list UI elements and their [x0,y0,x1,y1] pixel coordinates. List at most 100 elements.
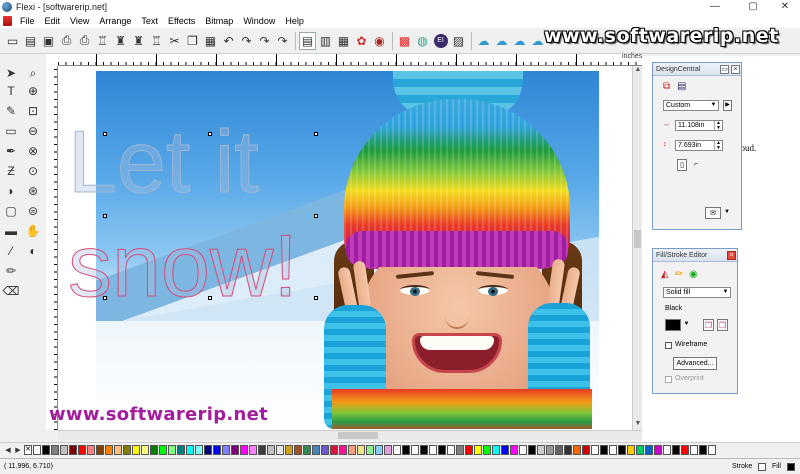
zoom-all-icon[interactable]: ⊜ [24,202,42,220]
zoom-tool-icon[interactable]: ⌕ [24,64,42,82]
zoom-fit-icon[interactable]: ⊙ [24,162,42,180]
lock-proportions-button[interactable]: ▯ [677,159,687,171]
select-tool-icon[interactable]: ➤ [2,64,20,82]
palette-swatch[interactable] [438,444,446,455]
palette-swatch[interactable] [303,444,311,455]
menu-arrange[interactable]: Arrange [94,14,136,28]
fill-color-swatch[interactable] [665,319,681,331]
shape-tool-icon[interactable]: ✎ [2,102,20,120]
palette-swatch[interactable] [177,444,185,455]
print-icon[interactable]: ⎙ [58,32,75,50]
zoom-out-icon[interactable]: ⊖ [24,122,42,140]
palette-swatch[interactable] [411,444,419,455]
menu-window[interactable]: Window [238,14,280,28]
fill-type-dropdown[interactable]: Solid fill ▼ [663,287,731,298]
palette-swatch[interactable] [141,444,149,455]
palette-swatch[interactable] [132,444,140,455]
zoom-previous-icon[interactable]: ⊗ [24,142,42,160]
pen-tool-icon[interactable]: ✒ [2,142,20,160]
paste-icon[interactable]: ▦ [202,32,219,50]
palette-swatch[interactable] [240,444,248,455]
color-palette-icon[interactable]: ▩ [396,32,413,50]
selection-handle[interactable] [103,132,107,136]
copy-icon[interactable]: ❐ [184,32,201,50]
paint-brush-icon[interactable]: ✏ [2,262,20,280]
document-icon[interactable] [3,16,12,26]
apply-arrow-button[interactable]: ▶ [723,100,732,111]
eraser-tool-icon[interactable]: ⌫ [2,282,20,300]
save-icon[interactable]: ▣ [40,32,57,50]
layers-icon[interactable]: ▤ [299,31,316,50]
fill-swatch[interactable] [787,463,795,471]
eyedropper-tool-icon[interactable]: ⁄ [2,242,20,260]
menu-help[interactable]: Help [280,14,309,28]
selection-handle[interactable] [103,296,107,300]
palette-swatch[interactable] [393,444,401,455]
stroke-pen-icon[interactable]: ✏ [675,269,683,280]
palette-swatch[interactable] [186,444,194,455]
advanced-button[interactable]: Advanced... [673,357,717,370]
palette-swatch[interactable] [69,444,77,455]
menu-effects[interactable]: Effects [163,14,200,28]
panel-minimize-button[interactable]: ▭ [720,65,729,74]
palette-swatch[interactable] [645,444,653,455]
maximize-button[interactable]: ▢ [738,0,768,14]
palette-scroll-right-icon[interactable]: ▶ [14,446,22,454]
palette-swatch[interactable] [447,444,455,455]
panel-close-button[interactable]: × [731,65,740,74]
palette-swatch[interactable] [636,444,644,455]
zoom-page-icon[interactable]: ⊡ [24,102,42,120]
palette-swatch[interactable] [528,444,536,455]
palette-swatch[interactable] [546,444,554,455]
effect-icon[interactable]: ◉ [689,269,698,280]
zoom-selection-icon[interactable]: ⊛ [24,182,42,200]
vertical-ruler[interactable] [46,66,58,430]
horizontal-scrollbar[interactable] [58,430,642,440]
production-manager-icon[interactable]: ▦ [335,32,352,50]
chevron-down-icon[interactable]: ▼ [709,101,718,110]
text-tool-icon[interactable]: T [2,82,20,100]
copy-color-button[interactable]: ❐ [703,319,714,331]
palette-swatch[interactable] [402,444,410,455]
palette-swatch[interactable] [510,444,518,455]
horizontal-ruler[interactable] [58,54,642,66]
palette-swatch[interactable] [492,444,500,455]
palette-swatch[interactable] [87,444,95,455]
horizontal-scroll-thumb[interactable] [338,432,378,439]
selection-handle[interactable] [103,214,107,218]
palette-swatch[interactable] [519,444,527,455]
palette-swatch[interactable] [60,444,68,455]
selection-handle[interactable] [314,132,318,136]
palette-swatch[interactable] [285,444,293,455]
palette-swatch[interactable] [429,444,437,455]
palette-swatch[interactable] [195,444,203,455]
spectrum-icon[interactable]: ◍ [414,32,431,50]
height-spinner-icon[interactable]: ▲ ▼ [714,141,722,150]
menu-text[interactable]: Text [136,14,163,28]
width-field[interactable]: 11.108in ▲ ▼ [675,120,723,131]
rectangle-tool-icon[interactable]: ▭ [2,122,20,140]
color-wheel-icon[interactable]: ✿ [353,32,370,50]
palette-swatch[interactable] [384,444,392,455]
palette-swatch[interactable] [267,444,275,455]
vertical-scrollbar[interactable]: ▲ ▼ [632,66,642,430]
palette-swatch[interactable] [600,444,608,455]
palette-swatch[interactable] [474,444,482,455]
blend-tool-icon[interactable]: Ƶ [2,162,20,180]
open-icon[interactable]: ▤ [22,32,39,50]
cloud-icon[interactable]: ☁ [475,32,492,50]
envelope-tool-icon[interactable]: ▢ [2,202,20,220]
print-preview-icon[interactable]: ⎙ [76,32,93,50]
palette-swatch[interactable] [564,444,572,455]
fill-bucket-icon[interactable]: ◭ [661,269,669,280]
scissors-icon[interactable]: ✂ [166,32,183,50]
palette-swatch[interactable] [420,444,428,455]
redo-more-icon[interactable]: ↷ [256,32,273,50]
height-field[interactable]: 7.693in ▲ ▼ [675,140,723,151]
menu-edit[interactable]: Edit [40,14,66,28]
preset-dropdown[interactable]: Custom ▼ [663,100,719,111]
selection-handle[interactable] [208,132,212,136]
palette-swatch[interactable] [294,444,302,455]
palette-swatch[interactable] [123,444,131,455]
menu-bitmap[interactable]: Bitmap [200,14,238,28]
